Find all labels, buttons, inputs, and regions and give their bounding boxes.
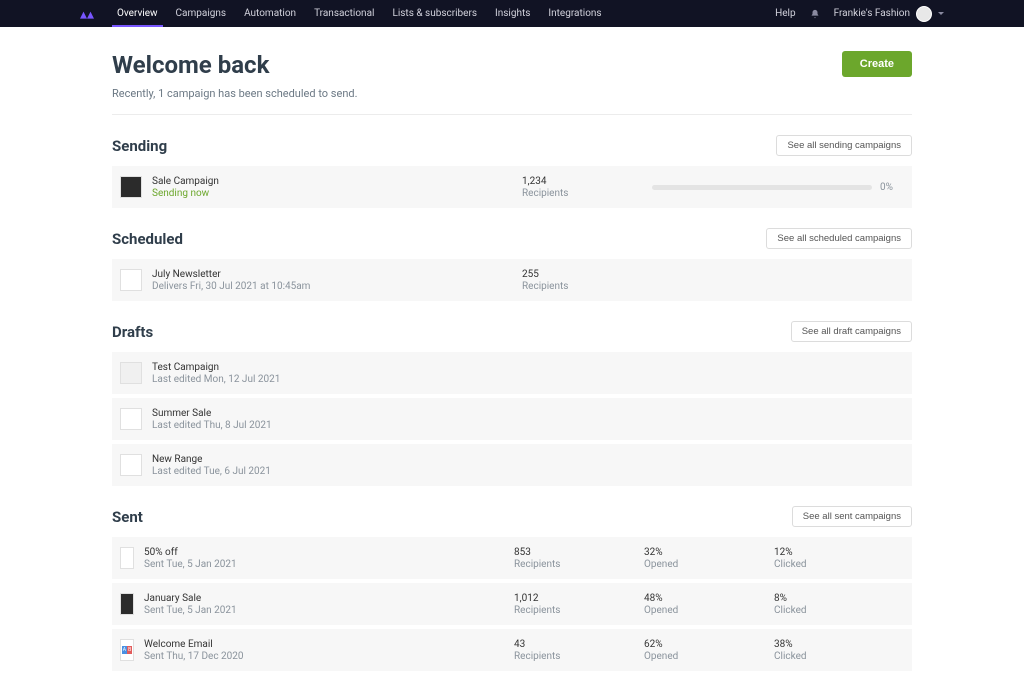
recipients-value: 255 [522, 269, 652, 280]
recipients-label: Recipients [522, 188, 652, 199]
campaign-thumbnail [120, 454, 142, 476]
campaign-meta: Sent Tue, 5 Jan 2021 [144, 605, 514, 616]
campaign-meta: Delivers Fri, 30 Jul 2021 at 10:45am [152, 281, 522, 292]
sent-title: Sent [112, 508, 143, 526]
recipients-value: 853 [514, 547, 644, 558]
sending-title: Sending [112, 137, 167, 155]
stat-label: Opened [644, 651, 774, 662]
progress-bar [652, 185, 872, 190]
avatar [916, 6, 932, 22]
logo-icon [80, 9, 94, 19]
see-all-sent[interactable]: See all sent campaigns [792, 506, 912, 527]
see-all-sending[interactable]: See all sending campaigns [776, 135, 912, 156]
recipients-label: Recipients [522, 281, 652, 292]
account-menu[interactable]: Frankie's Fashion [834, 6, 944, 22]
topbar: Overview Campaigns Automation Transactio… [0, 0, 1024, 27]
nav: Overview Campaigns Automation Transactio… [108, 0, 611, 27]
create-button[interactable]: Create [842, 51, 912, 77]
campaign-meta: Last edited Tue, 6 Jul 2021 [152, 466, 522, 477]
campaign-name: January Sale [144, 593, 514, 604]
sent-section: Sent See all sent campaigns 50% off Sent… [112, 506, 912, 671]
campaign-name: New Range [152, 454, 522, 465]
page-title: Welcome back [112, 51, 358, 79]
opened-value: 62% [644, 639, 774, 650]
campaign-name: July Newsletter [152, 269, 522, 280]
campaign-thumbnail [120, 362, 142, 384]
campaign-row[interactable]: Summer Sale Last edited Thu, 8 Jul 2021 [112, 398, 912, 440]
stat-label: Recipients [514, 605, 644, 616]
campaign-row[interactable]: 50% off Sent Tue, 5 Jan 2021 853 Recipie… [112, 537, 912, 579]
campaign-meta: Last edited Mon, 12 Jul 2021 [152, 374, 522, 385]
opened-value: 48% [644, 593, 774, 604]
campaign-thumbnail [120, 547, 134, 569]
account-name: Frankie's Fashion [834, 8, 910, 19]
stat-label: Clicked [774, 651, 904, 662]
campaign-thumbnail: AB [120, 639, 134, 661]
campaign-status: Sending now [152, 188, 522, 199]
campaign-row[interactable]: July Newsletter Delivers Fri, 30 Jul 202… [112, 259, 912, 301]
clicked-value: 12% [774, 547, 904, 558]
stat-label: Opened [644, 605, 774, 616]
campaign-meta: Sent Thu, 17 Dec 2020 [144, 651, 514, 662]
chevron-down-icon [938, 12, 944, 15]
nav-insights[interactable]: Insights [486, 0, 539, 27]
nav-transactional[interactable]: Transactional [305, 0, 383, 27]
campaign-name: Welcome Email [144, 639, 514, 650]
nav-campaigns[interactable]: Campaigns [167, 0, 236, 27]
recipients-value: 1,234 [522, 176, 652, 187]
nav-integrations[interactable]: Integrations [539, 0, 610, 27]
drafts-section: Drafts See all draft campaigns Test Camp… [112, 321, 912, 486]
stat-label: Clicked [774, 605, 904, 616]
campaign-row[interactable]: Sale Campaign Sending now 1,234 Recipien… [112, 166, 912, 208]
progress-percent: 0% [880, 182, 904, 193]
campaign-meta: Last edited Thu, 8 Jul 2021 [152, 420, 522, 431]
divider [112, 114, 912, 115]
campaign-row[interactable]: AB Welcome Email Sent Thu, 17 Dec 2020 4… [112, 629, 912, 671]
campaign-thumbnail [120, 593, 134, 615]
page-subtitle: Recently, 1 campaign has been scheduled … [112, 87, 358, 100]
scheduled-title: Scheduled [112, 230, 183, 248]
recipients-value: 1,012 [514, 593, 644, 604]
campaign-name: Summer Sale [152, 408, 522, 419]
campaign-row[interactable]: January Sale Sent Tue, 5 Jan 2021 1,012 … [112, 583, 912, 625]
opened-value: 32% [644, 547, 774, 558]
stat-label: Clicked [774, 559, 904, 570]
drafts-title: Drafts [112, 323, 153, 341]
campaign-thumbnail [120, 408, 142, 430]
campaign-thumbnail [120, 176, 142, 198]
scheduled-section: Scheduled See all scheduled campaigns Ju… [112, 228, 912, 301]
campaign-name: Test Campaign [152, 362, 522, 373]
nav-overview[interactable]: Overview [108, 0, 167, 27]
clicked-value: 8% [774, 593, 904, 604]
campaign-thumbnail [120, 269, 142, 291]
notifications-icon[interactable] [810, 9, 820, 19]
campaign-name: Sale Campaign [152, 176, 522, 187]
help-link[interactable]: Help [775, 8, 795, 19]
see-all-scheduled[interactable]: See all scheduled campaigns [766, 228, 912, 249]
campaign-name: 50% off [144, 547, 514, 558]
recipients-value: 43 [514, 639, 644, 650]
see-all-drafts[interactable]: See all draft campaigns [791, 321, 912, 342]
nav-automation[interactable]: Automation [235, 0, 305, 27]
stat-label: Opened [644, 559, 774, 570]
nav-lists[interactable]: Lists & subscribers [383, 0, 486, 27]
campaign-row[interactable]: Test Campaign Last edited Mon, 12 Jul 20… [112, 352, 912, 394]
stat-label: Recipients [514, 651, 644, 662]
sending-section: Sending See all sending campaigns Sale C… [112, 135, 912, 208]
campaign-meta: Sent Tue, 5 Jan 2021 [144, 559, 514, 570]
campaign-row[interactable]: New Range Last edited Tue, 6 Jul 2021 [112, 444, 912, 486]
clicked-value: 38% [774, 639, 904, 650]
stat-label: Recipients [514, 559, 644, 570]
